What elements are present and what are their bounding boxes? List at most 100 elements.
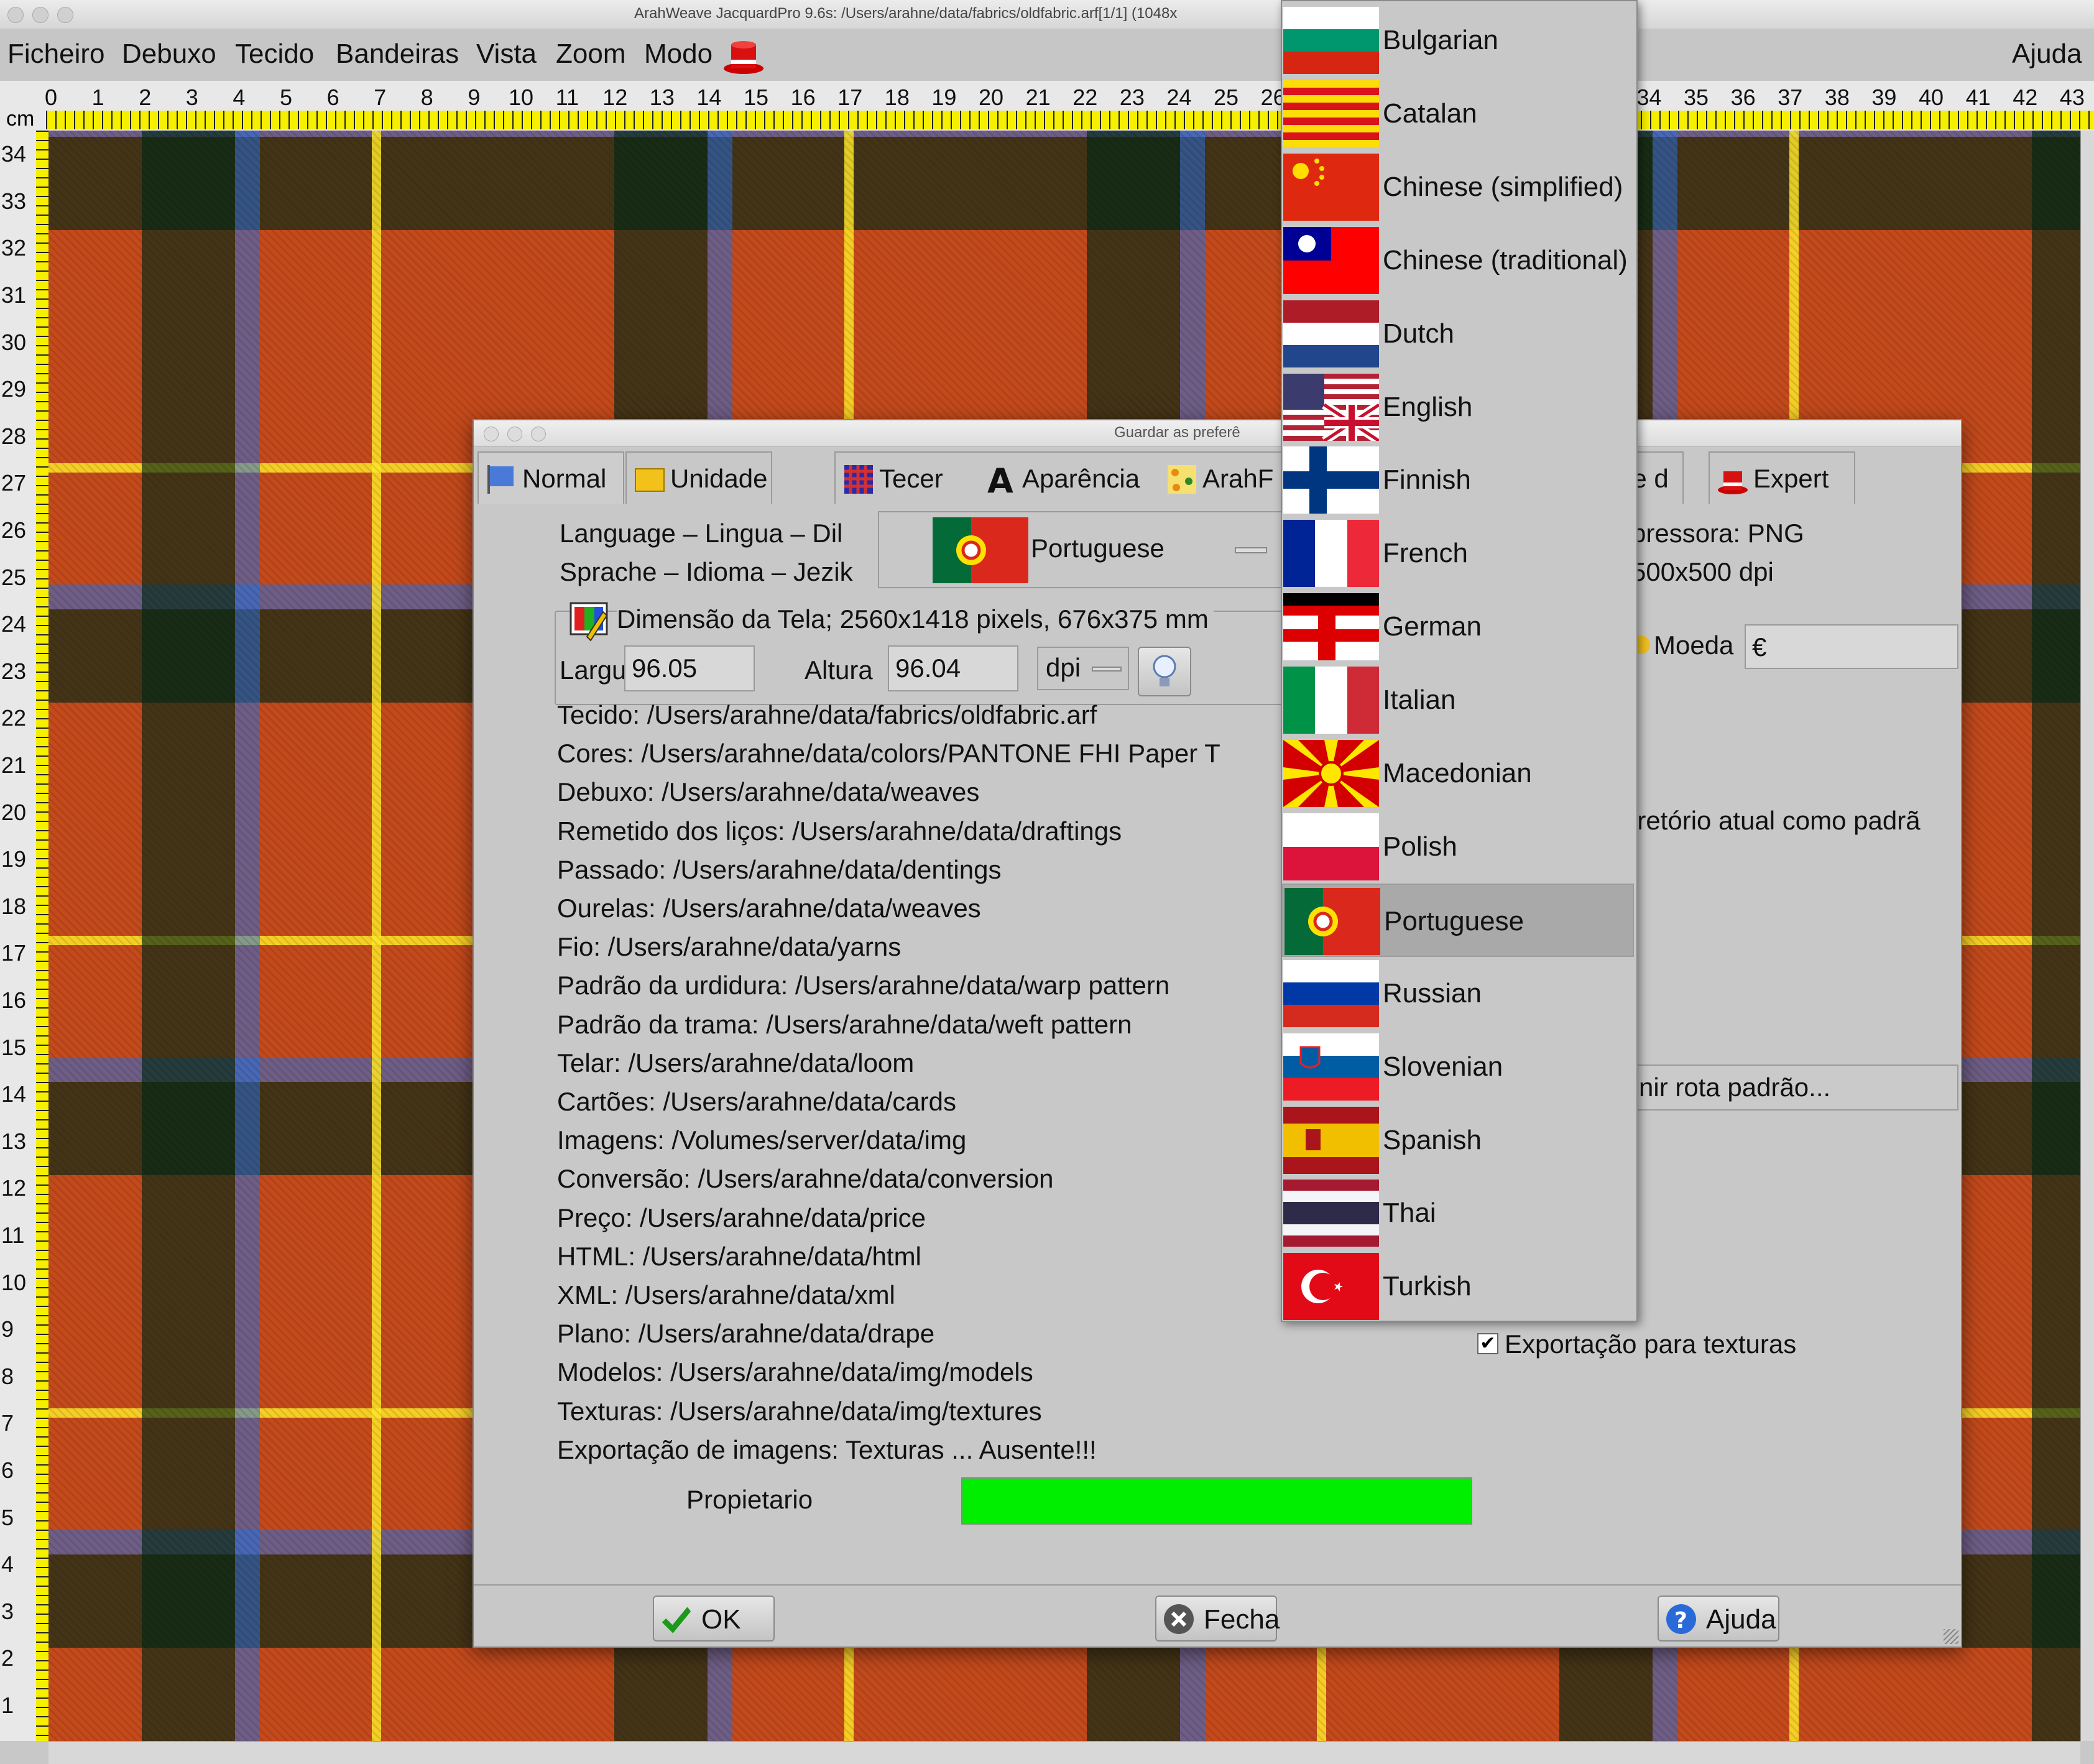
path-setting-line[interactable]: Cartões: /Users/arahne/data/cards	[557, 1087, 956, 1117]
tab-label: ArahF	[1202, 464, 1274, 493]
language-option[interactable]: Polish	[1282, 810, 1634, 884]
resize-grip-icon[interactable]	[1944, 1629, 1958, 1644]
magic-hat-icon	[1718, 471, 1748, 494]
ruler-tick-label: 42	[2013, 85, 2038, 110]
default-route-button[interactable]: nir rota padrão...	[1631, 1064, 1958, 1111]
currency-input[interactable]: €	[1745, 624, 1958, 669]
dialog-close-button[interactable]	[484, 427, 499, 441]
ruler-tick-label: 36	[1730, 85, 1756, 110]
ruler-tick-label: 24	[1166, 85, 1192, 110]
language-option[interactable]: Thai	[1282, 1176, 1634, 1250]
help-button[interactable]: ? Ajuda	[1658, 1595, 1779, 1642]
path-setting-line[interactable]: Debuxo: /Users/arahne/data/weaves	[557, 777, 979, 807]
language-option[interactable]: French	[1282, 517, 1634, 590]
path-setting-line[interactable]: Telar: /Users/arahne/data/loom	[557, 1048, 914, 1078]
unit-select[interactable]: dpi	[1037, 647, 1129, 690]
dialog-zoom-button[interactable]	[531, 427, 546, 441]
menu-vista[interactable]: Vista	[476, 39, 537, 70]
texture-export-checkbox[interactable]: ✔	[1477, 1333, 1498, 1354]
calibrate-button[interactable]	[1138, 647, 1191, 696]
tab-unidade[interactable]: Unidade	[625, 451, 772, 504]
close-button[interactable]: Fecha	[1155, 1595, 1280, 1642]
path-setting-line[interactable]: HTML: /Users/arahne/data/html	[557, 1242, 921, 1272]
language-option[interactable]: Spanish	[1282, 1104, 1634, 1177]
language-option[interactable]: Russian	[1282, 957, 1634, 1030]
ruler-tick-label: 4	[1, 1551, 14, 1577]
ok-button[interactable]: OK	[653, 1595, 775, 1642]
owner-color-swatch[interactable]	[961, 1477, 1472, 1525]
language-option[interactable]: Chinese (simplified)	[1282, 150, 1634, 224]
dialog-button-bar: OK Fecha ? Ajuda	[474, 1584, 1961, 1648]
ruler-tick-label: 18	[884, 85, 910, 110]
tab-arahf[interactable]: ArahF	[1159, 453, 1274, 504]
menu-modo[interactable]: Modo	[644, 39, 713, 70]
texture-export-label: Exportação para texturas	[1505, 1329, 1797, 1359]
close-button-label: Fecha	[1204, 1604, 1280, 1635]
path-setting-line[interactable]: Modelos: /Users/arahne/data/img/models	[557, 1357, 1033, 1387]
menu-zoom[interactable]: Zoom	[556, 39, 625, 70]
language-option[interactable]: Macedonian	[1282, 737, 1634, 810]
language-option[interactable]: Finnish	[1282, 443, 1634, 517]
path-setting-line[interactable]: Conversão: /Users/arahne/data/conversion	[557, 1164, 1053, 1194]
ruler-tick-label: 35	[1684, 85, 1709, 110]
ruler-tick-label: 8	[1, 1363, 14, 1389]
language-option[interactable]: Italian	[1282, 663, 1634, 737]
flag-icon	[1283, 300, 1379, 367]
language-option[interactable]: Slovenian	[1282, 1030, 1634, 1104]
flag-icon	[1283, 813, 1379, 880]
height-input[interactable]: 96.04	[888, 645, 1018, 691]
menu-tecido[interactable]: Tecido	[235, 39, 314, 70]
path-setting-line[interactable]: Padrão da urdidura: /Users/arahne/data/w…	[557, 971, 1169, 1000]
close-window-button[interactable]	[7, 7, 24, 23]
ruler-tick-label: 9	[468, 85, 481, 110]
path-setting-line[interactable]: Cores: /Users/arahne/data/colors/PANTONE…	[557, 739, 1220, 769]
folder-icon	[635, 468, 665, 492]
language-option[interactable]: Turkish	[1282, 1250, 1634, 1323]
language-option[interactable]: Dutch	[1282, 297, 1634, 371]
language-option[interactable]: Bulgarian	[1282, 4, 1634, 77]
dialog-minimize-button[interactable]	[507, 427, 522, 441]
path-setting-line[interactable]: Exportação de imagens: Texturas ... Ause…	[557, 1435, 1097, 1465]
zoom-window-button[interactable]	[57, 7, 73, 23]
path-setting-line[interactable]: Passado: /Users/arahne/data/dentings	[557, 855, 1001, 885]
ruler-tick-label: 5	[280, 85, 293, 110]
flag-icon	[1283, 520, 1379, 588]
tab-tecer[interactable]: Tecer	[836, 453, 979, 504]
path-setting-line[interactable]: Texturas: /Users/arahne/data/img/texture…	[557, 1397, 1042, 1426]
path-setting-line[interactable]: XML: /Users/arahne/data/xml	[557, 1280, 895, 1310]
unit-select-value: dpi	[1046, 653, 1081, 682]
language-option[interactable]: Portuguese	[1282, 883, 1634, 957]
minimize-window-button[interactable]	[32, 7, 48, 23]
flag-icon	[1283, 667, 1379, 734]
ruler-tick-label: 17	[1, 940, 27, 966]
menu-debuxo[interactable]: Debuxo	[122, 39, 216, 70]
path-setting-line[interactable]: Preço: /Users/arahne/data/price	[557, 1203, 926, 1233]
path-setting-line[interactable]: Fio: /Users/arahne/data/yarns	[557, 932, 901, 962]
language-option-label: Italian	[1383, 685, 1456, 716]
path-setting-line[interactable]: Tecido: /Users/arahne/data/fabrics/oldfa…	[557, 700, 1097, 730]
horizontal-scrollbar[interactable]	[48, 1741, 2080, 1764]
width-input[interactable]: 96.05	[624, 645, 755, 691]
ruler-tick-label: 1	[91, 85, 104, 110]
tab-aparencia[interactable]: A Aparência	[979, 453, 1159, 504]
path-setting-line[interactable]: Plano: /Users/arahne/data/drape	[557, 1319, 934, 1349]
help-button-label: Ajuda	[1706, 1604, 1776, 1635]
magic-hat-icon[interactable]	[721, 32, 766, 77]
height-label: Altura	[805, 655, 873, 685]
menu-bandeiras[interactable]: Bandeiras	[336, 39, 459, 70]
path-setting-line[interactable]: Ourelas: /Users/arahne/data/weaves	[557, 894, 981, 923]
path-setting-line[interactable]: Imagens: /Volumes/server/data/img	[557, 1125, 966, 1155]
language-option[interactable]: Chinese (traditional)	[1282, 224, 1634, 297]
language-option[interactable]: Catalan	[1282, 77, 1634, 150]
tab-normal[interactable]: Normal	[477, 451, 624, 504]
vertical-scrollbar[interactable]	[2080, 131, 2094, 1741]
menu-ajuda[interactable]: Ajuda	[2012, 39, 2082, 70]
language-option[interactable]: German	[1282, 590, 1634, 663]
tab-expert[interactable]: Expert	[1709, 451, 1855, 504]
language-select[interactable]: Portuguese	[878, 511, 1282, 588]
svg-text:?: ?	[1674, 1608, 1687, 1633]
path-setting-line[interactable]: Padrão da trama: /Users/arahne/data/weft…	[557, 1010, 1132, 1040]
path-setting-line[interactable]: Remetido dos liços: /Users/arahne/data/d…	[557, 816, 1122, 846]
language-option[interactable]: English	[1282, 371, 1634, 444]
menu-ficheiro[interactable]: Ficheiro	[7, 39, 105, 70]
